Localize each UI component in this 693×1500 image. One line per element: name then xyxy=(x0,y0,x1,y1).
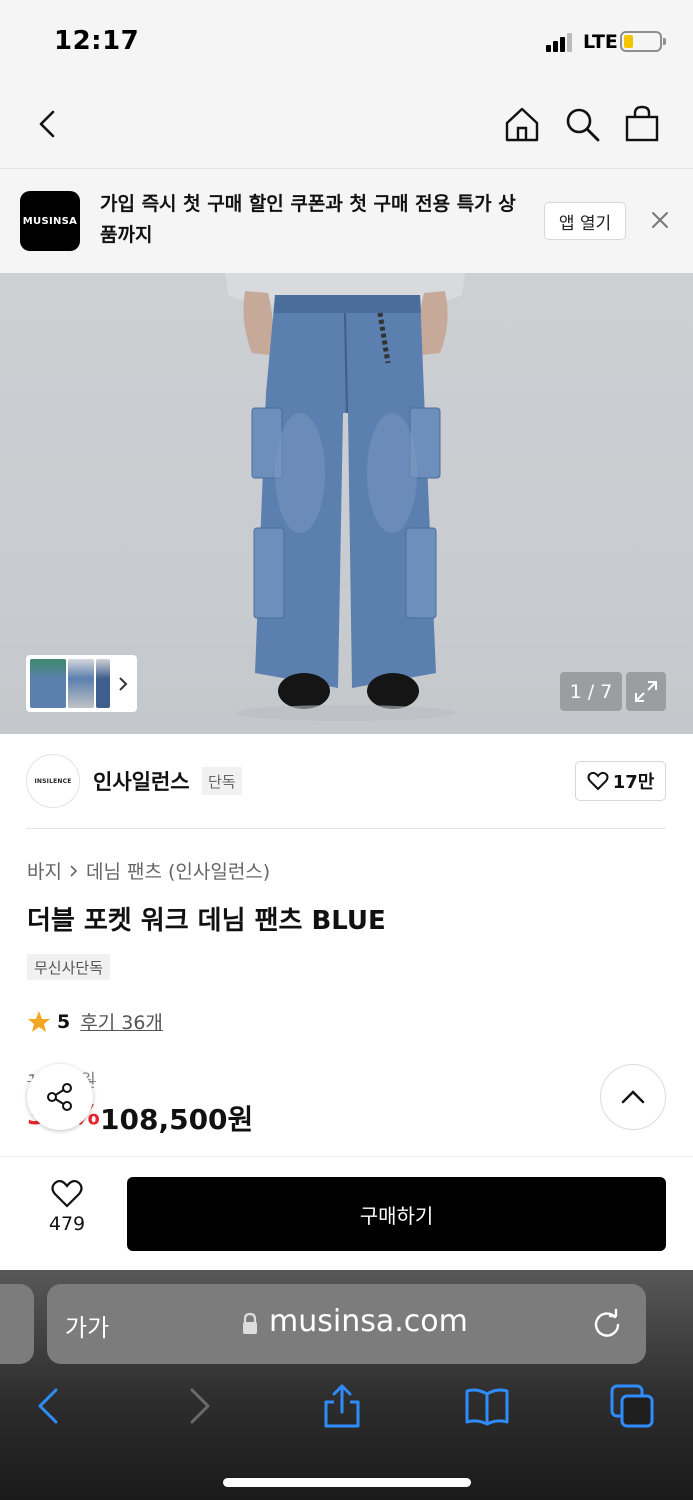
purchase-bar: 479 구매하기 xyxy=(0,1156,693,1270)
lock-icon xyxy=(243,1312,257,1334)
text-size-button[interactable]: 가가 xyxy=(65,1308,109,1343)
chevron-up-icon xyxy=(621,1090,645,1104)
thumbnail-image[interactable] xyxy=(68,659,94,708)
url-text[interactable]: musinsa.com xyxy=(269,1304,468,1339)
open-app-button[interactable]: 앱 열기 xyxy=(544,202,626,240)
thumbnail-image[interactable] xyxy=(30,659,66,708)
battery-icon xyxy=(620,31,666,52)
browser-toolbar: 가가 musinsa.com xyxy=(0,1270,693,1500)
product-image-gallery[interactable]: 1 / 7 xyxy=(0,273,693,734)
product-title: 더블 포켓 워크 데님 팬츠 BLUE xyxy=(27,906,386,936)
back-icon[interactable] xyxy=(26,1382,74,1430)
share-icon xyxy=(47,1083,72,1111)
rating-summary: 5 후기 36개 xyxy=(27,1008,163,1035)
thumbnail-image[interactable] xyxy=(96,659,110,708)
expand-icon xyxy=(635,681,657,702)
buy-button[interactable]: 구매하기 xyxy=(127,1177,666,1251)
rating-score: 5 xyxy=(57,1010,71,1033)
exclusive-tag: 단독 xyxy=(202,767,242,795)
top-navigation xyxy=(0,84,693,169)
network-label: LTE xyxy=(583,31,618,53)
address-bar[interactable]: 가가 musinsa.com xyxy=(47,1284,646,1364)
wish-count: 479 xyxy=(48,1213,86,1235)
chevron-right-icon[interactable] xyxy=(116,676,130,692)
forward-icon[interactable] xyxy=(174,1382,222,1430)
exclusive-badge: 무신사단독 xyxy=(27,954,111,980)
status-bar: 12:17 LTE xyxy=(0,0,693,84)
thumbnail-strip[interactable] xyxy=(26,655,137,712)
chevron-right-icon xyxy=(70,864,78,877)
share-sheet-icon[interactable] xyxy=(318,1382,366,1430)
heart-icon xyxy=(51,1179,83,1208)
scroll-top-button[interactable] xyxy=(600,1064,666,1130)
brand-like-count: 17만 xyxy=(612,772,655,793)
close-icon[interactable] xyxy=(647,207,673,233)
divider xyxy=(26,828,666,829)
image-counter: 1 / 7 xyxy=(560,672,622,711)
search-icon[interactable] xyxy=(562,104,602,144)
app-promo-banner: MUSINSA 가입 즉시 첫 구매 할인 쿠폰과 첫 구매 전용 특가 상품까… xyxy=(0,169,693,273)
sale-price: 108,500원 xyxy=(100,1103,254,1136)
expand-button[interactable] xyxy=(626,672,666,711)
bookmarks-icon[interactable] xyxy=(463,1382,511,1430)
breadcrumb: 바지 데님 팬츠 (인사일런스) xyxy=(27,857,270,884)
signal-icon xyxy=(546,32,576,52)
star-icon xyxy=(28,1010,50,1032)
tabs-icon[interactable] xyxy=(608,1382,656,1430)
reviews-link[interactable]: 후기 36개 xyxy=(80,1008,163,1035)
home-icon[interactable] xyxy=(502,104,542,144)
musinsa-logo: MUSINSA xyxy=(20,191,80,251)
promo-message: 가입 즉시 첫 구매 할인 쿠폰과 첫 구매 전용 특가 상품까지 xyxy=(100,193,516,246)
wish-button[interactable]: 479 xyxy=(27,1179,107,1249)
share-button[interactable] xyxy=(27,1064,93,1130)
brand-logo[interactable]: INSILENCE xyxy=(26,754,80,808)
previous-tab-peek[interactable] xyxy=(0,1284,34,1364)
brand-like-button[interactable]: 17만 xyxy=(575,761,666,801)
breadcrumb-subcategory[interactable]: 데님 팬츠 (인사일런스) xyxy=(86,857,270,884)
chevron-left-icon[interactable] xyxy=(28,104,68,144)
breadcrumb-category[interactable]: 바지 xyxy=(27,857,62,884)
shopping-bag-icon[interactable] xyxy=(622,104,662,144)
reload-icon[interactable] xyxy=(591,1308,623,1340)
heart-icon xyxy=(587,771,609,791)
home-indicator xyxy=(223,1478,471,1487)
brand-name[interactable]: 인사일런스 xyxy=(93,766,190,796)
status-time: 12:17 xyxy=(54,26,140,56)
